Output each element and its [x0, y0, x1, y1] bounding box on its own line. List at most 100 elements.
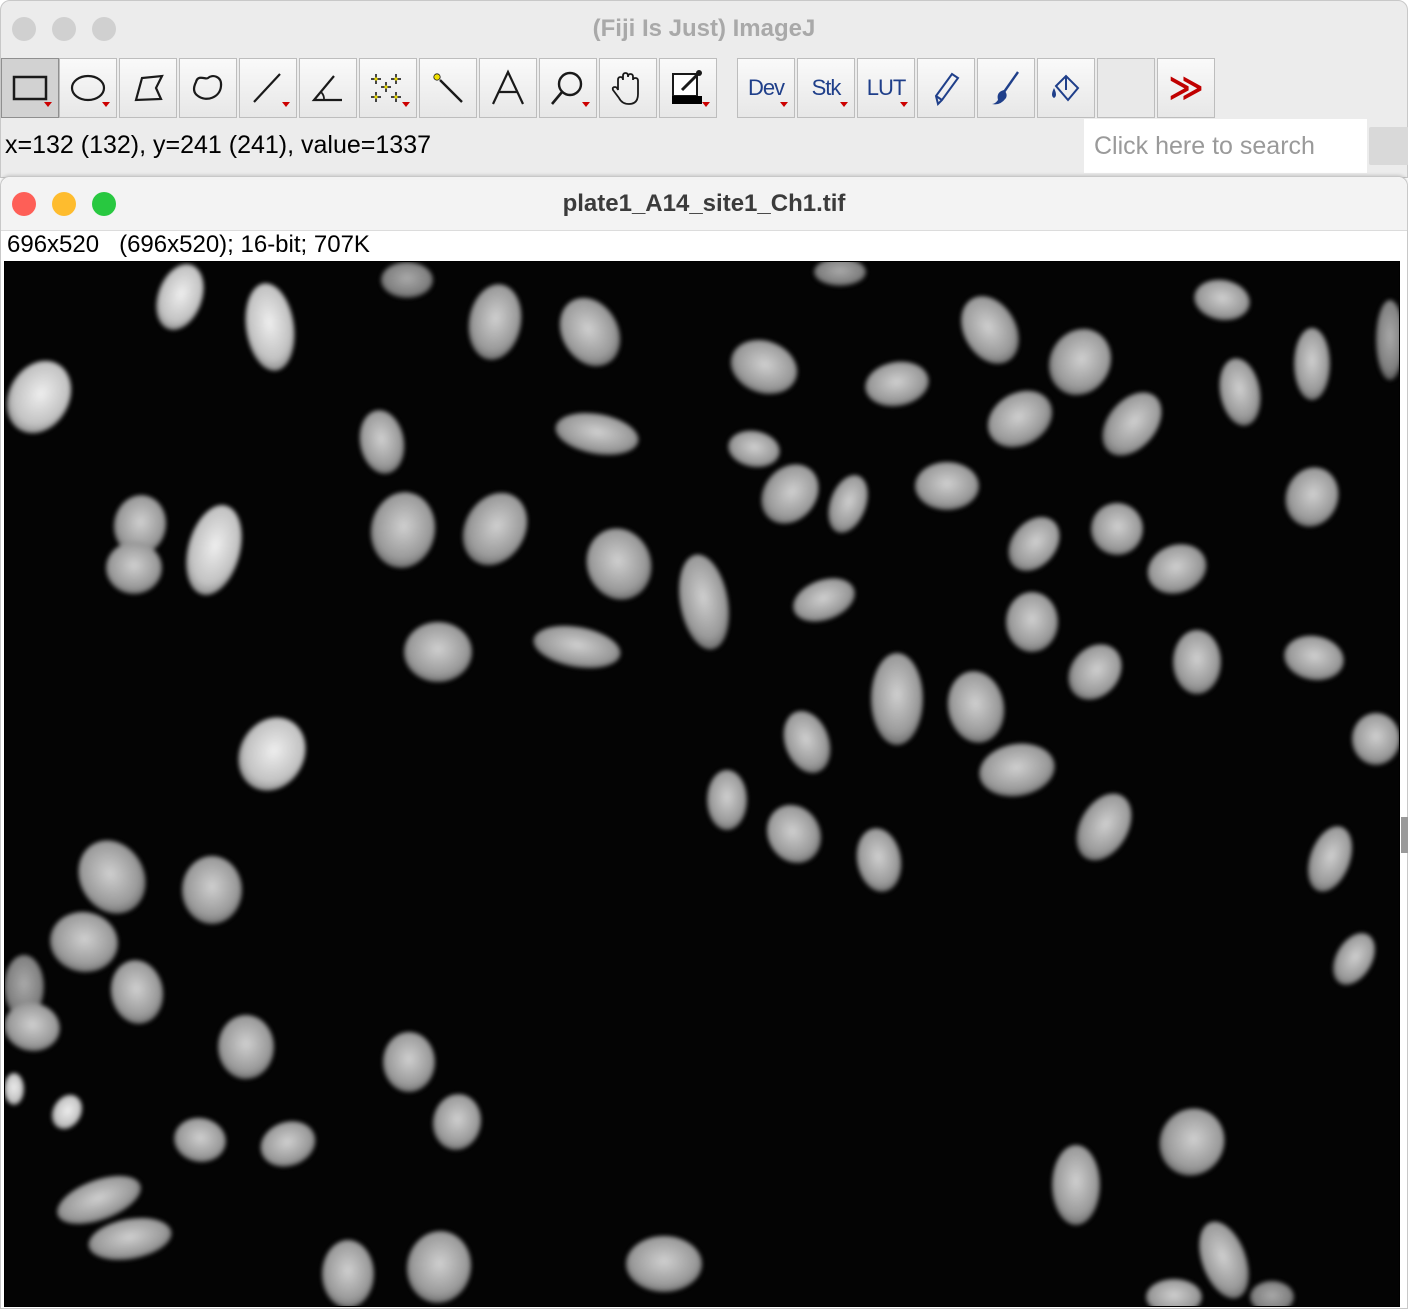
search-scrollbar[interactable]	[1369, 127, 1408, 165]
lut-menu-label: LUT	[866, 75, 907, 100]
cell-nucleus	[1147, 544, 1207, 594]
empty-tool-slot[interactable]	[1097, 58, 1155, 118]
rectangle-dropdown-indicator	[44, 102, 52, 107]
cell-nucleus	[1173, 630, 1221, 694]
cell-nucleus	[468, 284, 522, 360]
cell-nucleus	[814, 262, 866, 286]
cursor-coordinates-readout: x=132 (132), y=241 (241), value=1337	[5, 131, 432, 159]
more-tools-icon: ≫	[1168, 68, 1204, 108]
pencil-tool[interactable]	[917, 58, 975, 118]
pencil-icon	[934, 72, 960, 106]
cell-nucleus	[961, 296, 1019, 364]
cell-nucleus	[51, 1094, 83, 1130]
image-canvas[interactable]	[4, 261, 1400, 1307]
cell-nucleus	[1352, 713, 1399, 765]
cell-nucleus	[856, 828, 902, 892]
cell-nucleus	[1068, 644, 1122, 700]
close-window-button[interactable]	[12, 17, 36, 41]
tool-bar: Dev Stk LUT ≫	[1, 58, 1407, 118]
flood-fill-tool[interactable]	[1037, 58, 1095, 118]
cell-nucleus	[156, 264, 204, 330]
image-zoom-button[interactable]	[92, 192, 116, 216]
cell-nucleus	[533, 625, 621, 669]
minimize-window-button[interactable]	[52, 17, 76, 41]
cell-nucleus	[5, 1073, 24, 1105]
cell-nucleus	[1006, 592, 1058, 652]
more-tools-button[interactable]: ≫	[1157, 58, 1215, 118]
cell-nucleus	[783, 711, 831, 773]
polygon-tool[interactable]	[119, 58, 177, 118]
cell-nucleus	[1008, 517, 1060, 571]
cell-nucleus	[1091, 503, 1143, 555]
cell-nucleus	[865, 361, 929, 407]
magic-wand-icon	[433, 73, 463, 103]
oval-tool[interactable]	[59, 58, 117, 118]
freehand-tool[interactable]	[179, 58, 237, 118]
cell-nucleus	[406, 1231, 472, 1303]
cell-nucleus	[947, 671, 1005, 743]
text-tool[interactable]	[479, 58, 537, 118]
cell-nucleus	[1284, 635, 1344, 681]
cell-nucleus	[322, 1240, 374, 1306]
cell-nucleus	[1294, 328, 1330, 400]
line-tool[interactable]	[239, 58, 297, 118]
cell-nucleus	[1146, 1279, 1202, 1306]
cell-nucleus	[1285, 467, 1339, 527]
cell-nucleus	[979, 743, 1055, 797]
cell-nucleus	[245, 283, 295, 371]
cell-nucleus	[626, 1236, 702, 1292]
cell-nucleus	[1219, 358, 1261, 426]
cell-nucleus	[1250, 1281, 1294, 1306]
cell-nucleus	[987, 390, 1053, 448]
cell-nucleus	[828, 475, 868, 533]
cell-nucleus	[383, 1032, 435, 1092]
image-window: plate1_A14_site1_Ch1.tif 696x520 (696x52…	[0, 176, 1408, 1309]
angle-tool[interactable]	[299, 58, 357, 118]
image-window-titlebar[interactable]: plate1_A14_site1_Ch1.tif	[1, 177, 1407, 231]
command-search-input[interactable]	[1084, 119, 1367, 173]
oval-dropdown-indicator	[102, 102, 110, 107]
cell-nucleus	[730, 339, 798, 395]
cell-nucleus	[1052, 1145, 1100, 1225]
cell-nucleus	[1307, 826, 1353, 892]
dev-menu-button[interactable]: Dev	[737, 58, 795, 118]
point-tool[interactable]	[359, 58, 417, 118]
cell-nucleus	[1048, 328, 1112, 396]
brush-icon	[992, 71, 1019, 105]
wand-tool[interactable]	[419, 58, 477, 118]
image-info-line: 696x520 (696x520); 16-bit; 707K	[7, 231, 370, 258]
cell-nucleus	[707, 770, 747, 830]
window-resize-edge[interactable]	[1401, 817, 1408, 853]
cell-nucleus	[238, 717, 306, 791]
brush-tool[interactable]	[977, 58, 1035, 118]
lut-menu-button[interactable]: LUT	[857, 58, 915, 118]
color-picker-tool[interactable]	[659, 58, 717, 118]
main-window-title: (Fiji Is Just) ImageJ	[592, 15, 816, 42]
hand-icon	[611, 72, 639, 105]
stk-menu-button[interactable]: Stk	[797, 58, 855, 118]
angle-icon	[311, 75, 342, 102]
hand-tool[interactable]	[599, 58, 657, 118]
cell-nucleus	[110, 960, 164, 1024]
image-minimize-button[interactable]	[52, 192, 76, 216]
cell-nucleus	[1194, 279, 1250, 321]
cell-nucleus	[1333, 933, 1375, 985]
cell-nucleus	[728, 430, 780, 468]
cell-nucleus	[432, 1094, 482, 1150]
cell-nucleus	[793, 578, 855, 622]
rectangle-tool[interactable]	[1, 58, 59, 118]
image-window-title: plate1_A14_site1_Ch1.tif	[562, 189, 846, 217]
zoom-dropdown-indicator	[582, 102, 590, 107]
cell-nucleus	[50, 911, 118, 973]
zoom-tool[interactable]	[539, 58, 597, 118]
image-close-button[interactable]	[12, 192, 36, 216]
line-dropdown-indicator	[282, 102, 290, 107]
stk-dropdown-indicator	[840, 102, 848, 107]
cell-nucleus	[871, 653, 923, 745]
fluorescence-nuclei-image[interactable]	[5, 262, 1400, 1307]
zoom-window-button[interactable]	[92, 17, 116, 41]
cell-nucleus	[915, 462, 979, 510]
cell-nucleus	[555, 412, 639, 456]
cell-nucleus	[106, 542, 162, 594]
lut-dropdown-indicator	[900, 102, 908, 107]
